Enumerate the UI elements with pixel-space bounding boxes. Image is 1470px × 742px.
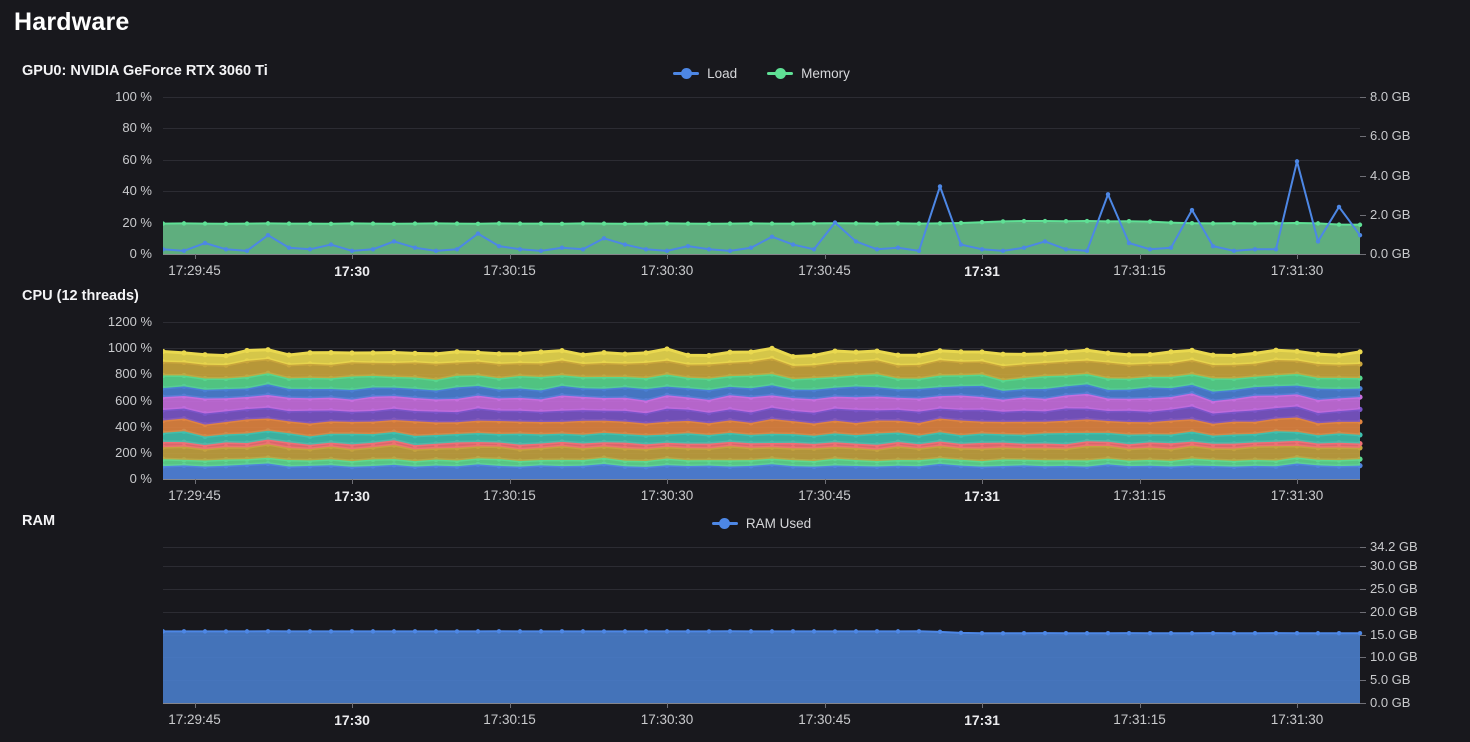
x-axis-tick-label: 17:29:45 bbox=[135, 263, 255, 278]
y-axis-right-tick-label: 2.0 GB bbox=[1370, 207, 1410, 222]
x-axis-tick-label: 17:31:30 bbox=[1237, 712, 1357, 727]
x-axis-tick-label: 17:31:15 bbox=[1080, 263, 1200, 278]
y-axis-right-tick-label: 5.0 GB bbox=[1370, 672, 1410, 687]
y-axis-right-tick-label: 25.0 GB bbox=[1370, 581, 1418, 596]
legend-item-ram-used[interactable]: RAM Used bbox=[712, 516, 811, 531]
legend-marker-dot bbox=[775, 68, 786, 79]
y-axis-right-tick-label: 8.0 GB bbox=[1370, 89, 1410, 104]
ram-section-title: RAM bbox=[22, 513, 55, 529]
y-axis-right-tick-label: 20.0 GB bbox=[1370, 604, 1418, 619]
y-axis-tick-label: 200 % bbox=[58, 445, 152, 460]
x-axis-tick-label: 17:31:15 bbox=[1080, 712, 1200, 727]
x-axis-tick-label: 17:30:45 bbox=[765, 712, 885, 727]
y-axis-tick-label: 800 % bbox=[58, 366, 152, 381]
y-axis-right-tick-label: 0.0 GB bbox=[1370, 695, 1410, 710]
y-axis-right-tick-label: 34.2 GB bbox=[1370, 539, 1418, 554]
y-axis-tick-label: 1200 % bbox=[58, 314, 152, 329]
legend-label: Memory bbox=[801, 66, 850, 81]
legend-item-load[interactable]: Load bbox=[673, 66, 737, 81]
y-axis-tick-label: 60 % bbox=[58, 152, 152, 167]
legend-marker-dot bbox=[719, 518, 730, 529]
x-axis-tick-label: 17:31:30 bbox=[1237, 263, 1357, 278]
y-axis-tick-label: 400 % bbox=[58, 419, 152, 434]
y-axis-tick-label: 80 % bbox=[58, 120, 152, 135]
legend-item-memory[interactable]: Memory bbox=[767, 66, 850, 81]
x-axis-tick-label: 17:30:15 bbox=[450, 712, 570, 727]
y-axis-tick-label: 40 % bbox=[58, 183, 152, 198]
y-axis-right-tick-label: 30.0 GB bbox=[1370, 558, 1418, 573]
x-axis-tick-label: 17:31 bbox=[922, 712, 1042, 728]
x-axis-tick-label: 17:30:30 bbox=[607, 712, 727, 727]
x-axis-tick-label: 17:31 bbox=[922, 488, 1042, 504]
y-axis-tick-label: 0 % bbox=[58, 471, 152, 486]
x-axis-tick-label: 17:30 bbox=[292, 488, 412, 504]
y-axis-right-tick-label: 15.0 GB bbox=[1370, 627, 1418, 642]
legend-marker-icon bbox=[767, 67, 793, 79]
x-axis-tick-label: 17:30:30 bbox=[607, 263, 727, 278]
legend-label: RAM Used bbox=[746, 516, 811, 531]
gpu-chart-canvas[interactable] bbox=[163, 97, 1370, 261]
x-axis-tick-label: 17:31:15 bbox=[1080, 488, 1200, 503]
x-axis-tick-label: 17:30:45 bbox=[765, 263, 885, 278]
x-axis-tick-label: 17:30:15 bbox=[450, 488, 570, 503]
ram-legend: RAM Used bbox=[163, 513, 1360, 533]
cpu-chart-canvas[interactable] bbox=[163, 322, 1370, 486]
x-axis-tick-label: 17:29:45 bbox=[135, 488, 255, 503]
x-axis-tick-label: 17:30 bbox=[292, 263, 412, 279]
y-axis-tick-label: 100 % bbox=[58, 89, 152, 104]
y-axis-right-tick-label: 6.0 GB bbox=[1370, 128, 1410, 143]
y-axis-tick-label: 0 % bbox=[58, 246, 152, 261]
x-axis-tick-label: 17:30:15 bbox=[450, 263, 570, 278]
y-axis-tick-label: 20 % bbox=[58, 215, 152, 230]
cpu-section-title: CPU (12 threads) bbox=[22, 288, 139, 304]
gpu-legend: Load Memory bbox=[163, 63, 1360, 83]
x-axis-tick-label: 17:30:30 bbox=[607, 488, 727, 503]
legend-marker-dot bbox=[681, 68, 692, 79]
hardware-dashboard: Hardware GPU0: NVIDIA GeForce RTX 3060 T… bbox=[0, 0, 1470, 742]
page-title: Hardware bbox=[14, 8, 130, 37]
x-axis-tick-label: 17:31:30 bbox=[1237, 488, 1357, 503]
x-axis-tick-label: 17:30 bbox=[292, 712, 412, 728]
y-axis-right-tick-label: 0.0 GB bbox=[1370, 246, 1410, 261]
legend-marker-icon bbox=[712, 517, 738, 529]
y-axis-right-tick-label: 10.0 GB bbox=[1370, 649, 1418, 664]
y-axis-tick-label: 1000 % bbox=[58, 340, 152, 355]
ram-chart-canvas[interactable] bbox=[163, 547, 1370, 710]
legend-marker-icon bbox=[673, 67, 699, 79]
x-axis-tick-label: 17:31 bbox=[922, 263, 1042, 279]
y-axis-tick-label: 600 % bbox=[58, 393, 152, 408]
x-axis-tick-label: 17:30:45 bbox=[765, 488, 885, 503]
x-axis-tick-label: 17:29:45 bbox=[135, 712, 255, 727]
legend-label: Load bbox=[707, 66, 737, 81]
y-axis-right-tick-label: 4.0 GB bbox=[1370, 168, 1410, 183]
